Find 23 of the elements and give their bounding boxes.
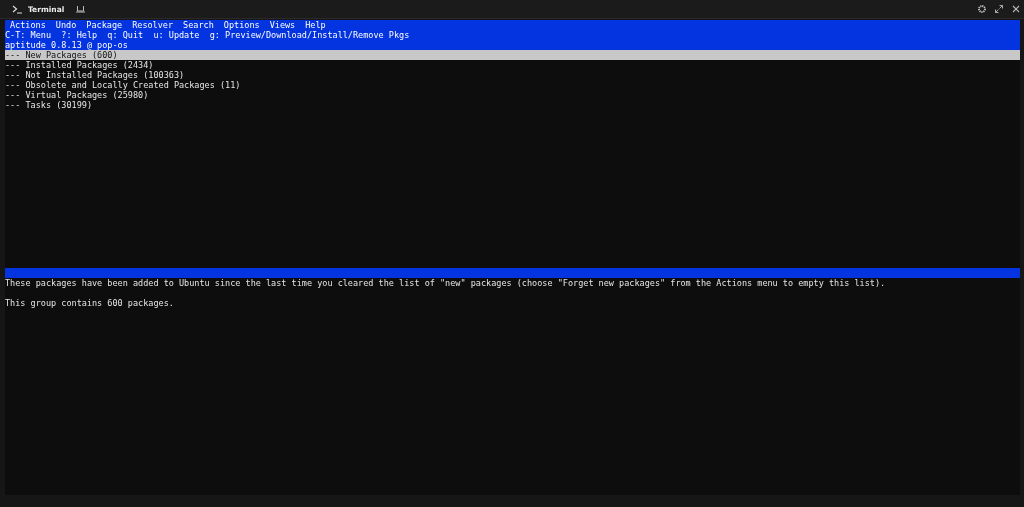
terminal-prompt-icon <box>12 4 23 14</box>
tab-icon[interactable] <box>76 5 86 13</box>
maximize-icon[interactable] <box>995 5 1003 13</box>
package-group-item[interactable]: --- Installed Packages (2434) <box>5 60 1020 70</box>
key-hints: C-T: Menu ?: Help q: Quit u: Update g: Preview/Download/Install/Remove Pkgs <box>5 30 411 40</box>
menu-item[interactable]: Undo <box>55 20 77 30</box>
package-group-item[interactable]: --- Virtual Packages (25980) <box>5 90 1020 100</box>
package-group-item[interactable]: --- New Packages (600) <box>5 50 1020 60</box>
package-group-item[interactable]: --- Not Installed Packages (100363) <box>5 70 1020 80</box>
description-text: These packages have been added to Ubuntu since the last time you cleared the list of "new" packages (choose "Forget new packages" from the Actions menu to empty this list). <box>5 278 887 288</box>
close-icon[interactable] <box>1012 5 1020 13</box>
menu-item[interactable]: Help <box>305 20 326 30</box>
menu-item[interactable]: Actions <box>10 20 46 30</box>
menu-item[interactable]: Search <box>183 20 214 30</box>
menu-item[interactable]: Package <box>86 20 123 30</box>
menu-item[interactable]: Resolver <box>132 20 174 30</box>
package-group-item[interactable]: --- Tasks (30199) <box>5 100 1020 110</box>
status-line: aptitude 0.8.13 @ pop-os <box>5 40 129 50</box>
menu-item[interactable]: Options <box>223 20 260 30</box>
package-group-item[interactable]: --- Obsolete and Locally Created Packages (11) <box>5 80 1020 90</box>
settings-icon[interactable] <box>978 5 986 13</box>
description-text: This group contains 600 packages. <box>5 298 175 308</box>
menu-item[interactable]: Views <box>269 20 296 30</box>
